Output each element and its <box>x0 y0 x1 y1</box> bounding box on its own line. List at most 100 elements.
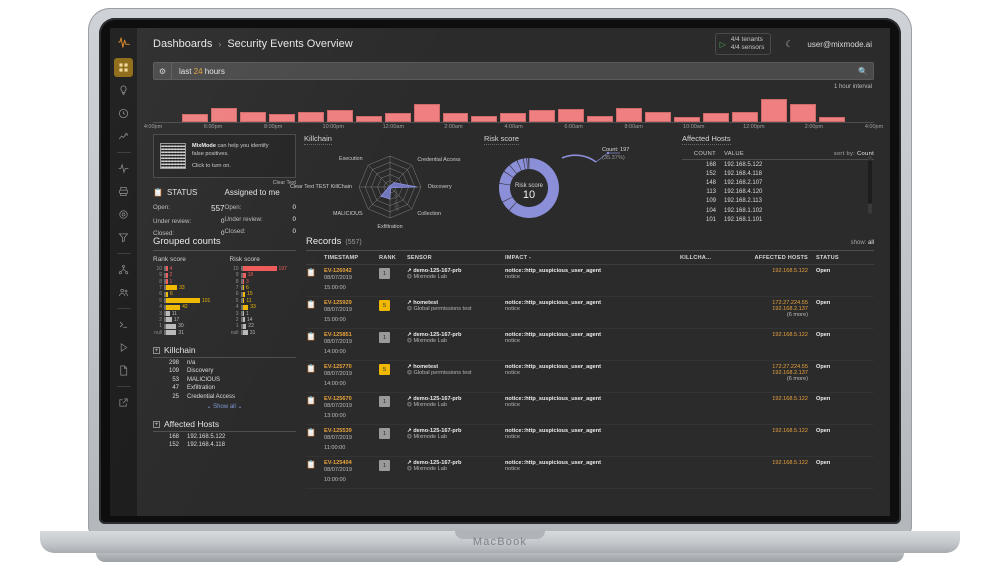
expand-icon[interactable]: + <box>153 346 160 354</box>
search-input[interactable]: ⚙ last 24 hours 🔍 <box>153 62 874 80</box>
sidebar-item-reports[interactable] <box>114 182 133 201</box>
expand-icon[interactable]: + <box>153 420 160 428</box>
histogram-row[interactable]: 7 33 <box>153 285 220 291</box>
timeline-bar[interactable] <box>732 111 759 122</box>
sidebar-item-terminal[interactable] <box>114 315 133 334</box>
clipboard-icon[interactable]: 📋 <box>306 364 316 373</box>
histogram-row[interactable]: 9 18 <box>230 272 297 278</box>
histogram-row[interactable]: 6 15 <box>230 291 297 297</box>
record-host[interactable]: 192.168.5.122 <box>732 332 808 338</box>
clipboard-icon[interactable]: 📋 <box>306 460 316 469</box>
killchain-row[interactable]: 298 n/a <box>153 358 296 367</box>
timeline-bar[interactable] <box>413 103 440 122</box>
timeline-bar[interactable] <box>529 110 556 122</box>
tenant-selector[interactable]: ▷ 4/4 tenants 4/4 sensors <box>714 32 772 56</box>
killchain-row[interactable]: 47 Exfiltration <box>153 384 296 393</box>
histogram-row[interactable]: null 31 <box>153 330 220 336</box>
sidebar-item-filters[interactable] <box>114 228 133 247</box>
histogram-bar[interactable] <box>166 330 177 336</box>
timeline-bar[interactable] <box>500 112 527 122</box>
timeline-bar[interactable] <box>645 111 672 122</box>
timeline-bar[interactable] <box>442 112 469 122</box>
killchain-row[interactable]: 109 Discovery <box>153 367 296 376</box>
record-host[interactable]: 192.168.5.122 <box>732 460 808 466</box>
histogram-row[interactable]: 3 11 <box>153 311 220 317</box>
histogram-bar[interactable] <box>166 285 178 291</box>
sidebar-item-trends[interactable] <box>114 127 133 146</box>
timeline-bar[interactable] <box>616 107 643 122</box>
histogram-row[interactable]: 4 33 <box>230 304 297 310</box>
user-email[interactable]: user@mixmode.ai <box>807 40 872 49</box>
killchain-section-header[interactable]: + Killchain <box>153 345 296 359</box>
timeline-bar[interactable] <box>239 111 266 122</box>
record-host-more[interactable]: (6 more) <box>732 376 808 382</box>
col-killchain[interactable]: KILLCHA... <box>680 255 732 261</box>
killchain-row[interactable]: 25 Credential Access <box>153 393 296 402</box>
host-row[interactable]: 101 192.168.1.101 <box>682 215 874 224</box>
histogram-bar[interactable] <box>166 304 181 310</box>
sidebar-item-playbooks[interactable] <box>114 338 133 357</box>
col-sensor[interactable]: SENSOR <box>407 255 505 261</box>
table-row[interactable]: 📋 EV-125851 08/07/2019 14:00:00 1 ↗ demo-125-… <box>306 329 874 361</box>
sidebar-item-history[interactable] <box>114 104 133 123</box>
table-row[interactable]: 📋 EV-126042 08/07/2019 15:00:00 1 ↗ demo-125-… <box>306 265 874 297</box>
mixmode-promo[interactable]: MixMode can help you identify false posi… <box>153 134 296 178</box>
host-row[interactable]: 168 192.168.5.122 <box>682 160 874 169</box>
clipboard-icon[interactable]: 📋 <box>306 428 316 437</box>
affected-hosts-section-header[interactable]: + Affected Hosts <box>153 419 296 433</box>
affected-host-group-row[interactable]: 168 192.168.5.122 <box>153 432 296 441</box>
histogram-row[interactable]: 10 4 <box>153 266 220 272</box>
timeline-bar[interactable] <box>761 98 787 122</box>
record-host[interactable]: 192.168.5.122 <box>732 428 808 434</box>
sidebar-item-dashboards[interactable] <box>114 58 133 77</box>
gear-icon[interactable]: ⚙ <box>154 63 172 79</box>
histogram-row[interactable]: 2 17 <box>153 317 220 323</box>
clipboard-icon[interactable]: 📋 <box>306 268 316 277</box>
timeline-bar[interactable] <box>558 109 585 122</box>
histogram-bar[interactable] <box>166 298 200 304</box>
clipboard-icon[interactable]: 📋 <box>306 332 316 341</box>
clipboard-icon[interactable]: 📋 <box>306 300 316 309</box>
table-row[interactable]: 📋 EV-125670 08/07/2019 13:00:00 1 ↗ demo-125-… <box>306 393 874 425</box>
col-status[interactable]: STATUS <box>808 255 846 261</box>
host-row[interactable]: 113 192.168.4.120 <box>682 188 874 197</box>
table-row[interactable]: 📋 EV-125770 08/07/2019 14:00:00 5 ↗ hometest ⏣… <box>306 361 874 393</box>
sidebar-item-settings[interactable] <box>114 205 133 224</box>
show-all-button[interactable]: ⌄ Show all ⌄ <box>153 401 296 410</box>
col-impact[interactable]: IMPACT - <box>505 255 680 261</box>
timeline-bar[interactable] <box>326 110 353 122</box>
table-row[interactable]: 📋 EV-125539 08/07/2019 11:00:00 1 ↗ demo-125-… <box>306 425 874 457</box>
waveform-logo[interactable] <box>110 28 137 56</box>
histogram-bar[interactable] <box>242 266 277 272</box>
timeline-bars[interactable] <box>153 94 874 122</box>
radar-chart[interactable]: 125 100 75 50 25 Credential Access Discovery C… <box>290 144 476 230</box>
col-timestamp[interactable]: TIMESTAMP <box>324 255 379 261</box>
sidebar-item-network[interactable] <box>114 260 133 279</box>
host-row[interactable]: 148 192.168.2.107 <box>682 178 874 187</box>
record-host[interactable]: 192.168.5.122 <box>732 268 808 274</box>
timeline-bar[interactable] <box>181 114 208 122</box>
histogram-row[interactable]: null 31 <box>230 330 297 336</box>
col-affected-hosts[interactable]: AFFECTED HOSTS <box>732 255 808 261</box>
histogram-row[interactable]: 5 11 <box>230 298 297 304</box>
histogram-row[interactable]: 31 <box>230 311 297 317</box>
sidebar-item-documents[interactable] <box>114 361 133 380</box>
host-row[interactable]: 109 192.168.2.113 <box>682 197 874 206</box>
timeline-bar[interactable] <box>384 112 411 122</box>
record-host[interactable]: 192.168.5.122 <box>732 396 808 402</box>
affected-host-group-row[interactable]: 152 192.168.4.118 <box>153 441 296 450</box>
histogram-bar[interactable] <box>166 323 177 329</box>
donut-chart[interactable]: Risk score 10 Count: 197 (35.37%) <box>484 142 674 230</box>
donut-slice[interactable] <box>527 158 529 170</box>
histogram-row[interactable]: 83 <box>230 279 297 285</box>
table-row[interactable]: 📋 EV-125929 08/07/2019 15:00:00 5 ↗ hometest ⏣… <box>306 297 874 329</box>
histogram-row[interactable]: 1 22 <box>230 323 297 329</box>
timeline-bar[interactable] <box>789 103 816 122</box>
col-rank[interactable]: RANK <box>379 255 407 261</box>
histogram-row[interactable]: 66 <box>153 291 220 297</box>
timeline-bar[interactable] <box>268 114 295 122</box>
hosts-scrollbar[interactable] <box>868 156 872 214</box>
histogram-row[interactable]: 81 <box>153 279 220 285</box>
histogram-row[interactable]: 4 42 <box>153 304 220 310</box>
clipboard-icon[interactable]: 📋 <box>306 396 316 405</box>
